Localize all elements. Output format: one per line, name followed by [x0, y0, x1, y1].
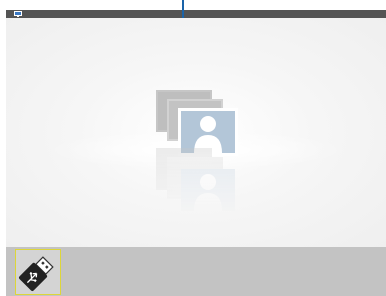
screen: [6, 0, 386, 296]
monitor-icon: [14, 11, 22, 17]
media-area[interactable]: [6, 18, 386, 247]
usb-drive-button[interactable]: [15, 249, 61, 295]
photo-reflection: [156, 148, 235, 211]
usb-drive-icon: [19, 256, 54, 291]
title-bar: [6, 10, 386, 18]
device-bar: [6, 247, 386, 296]
